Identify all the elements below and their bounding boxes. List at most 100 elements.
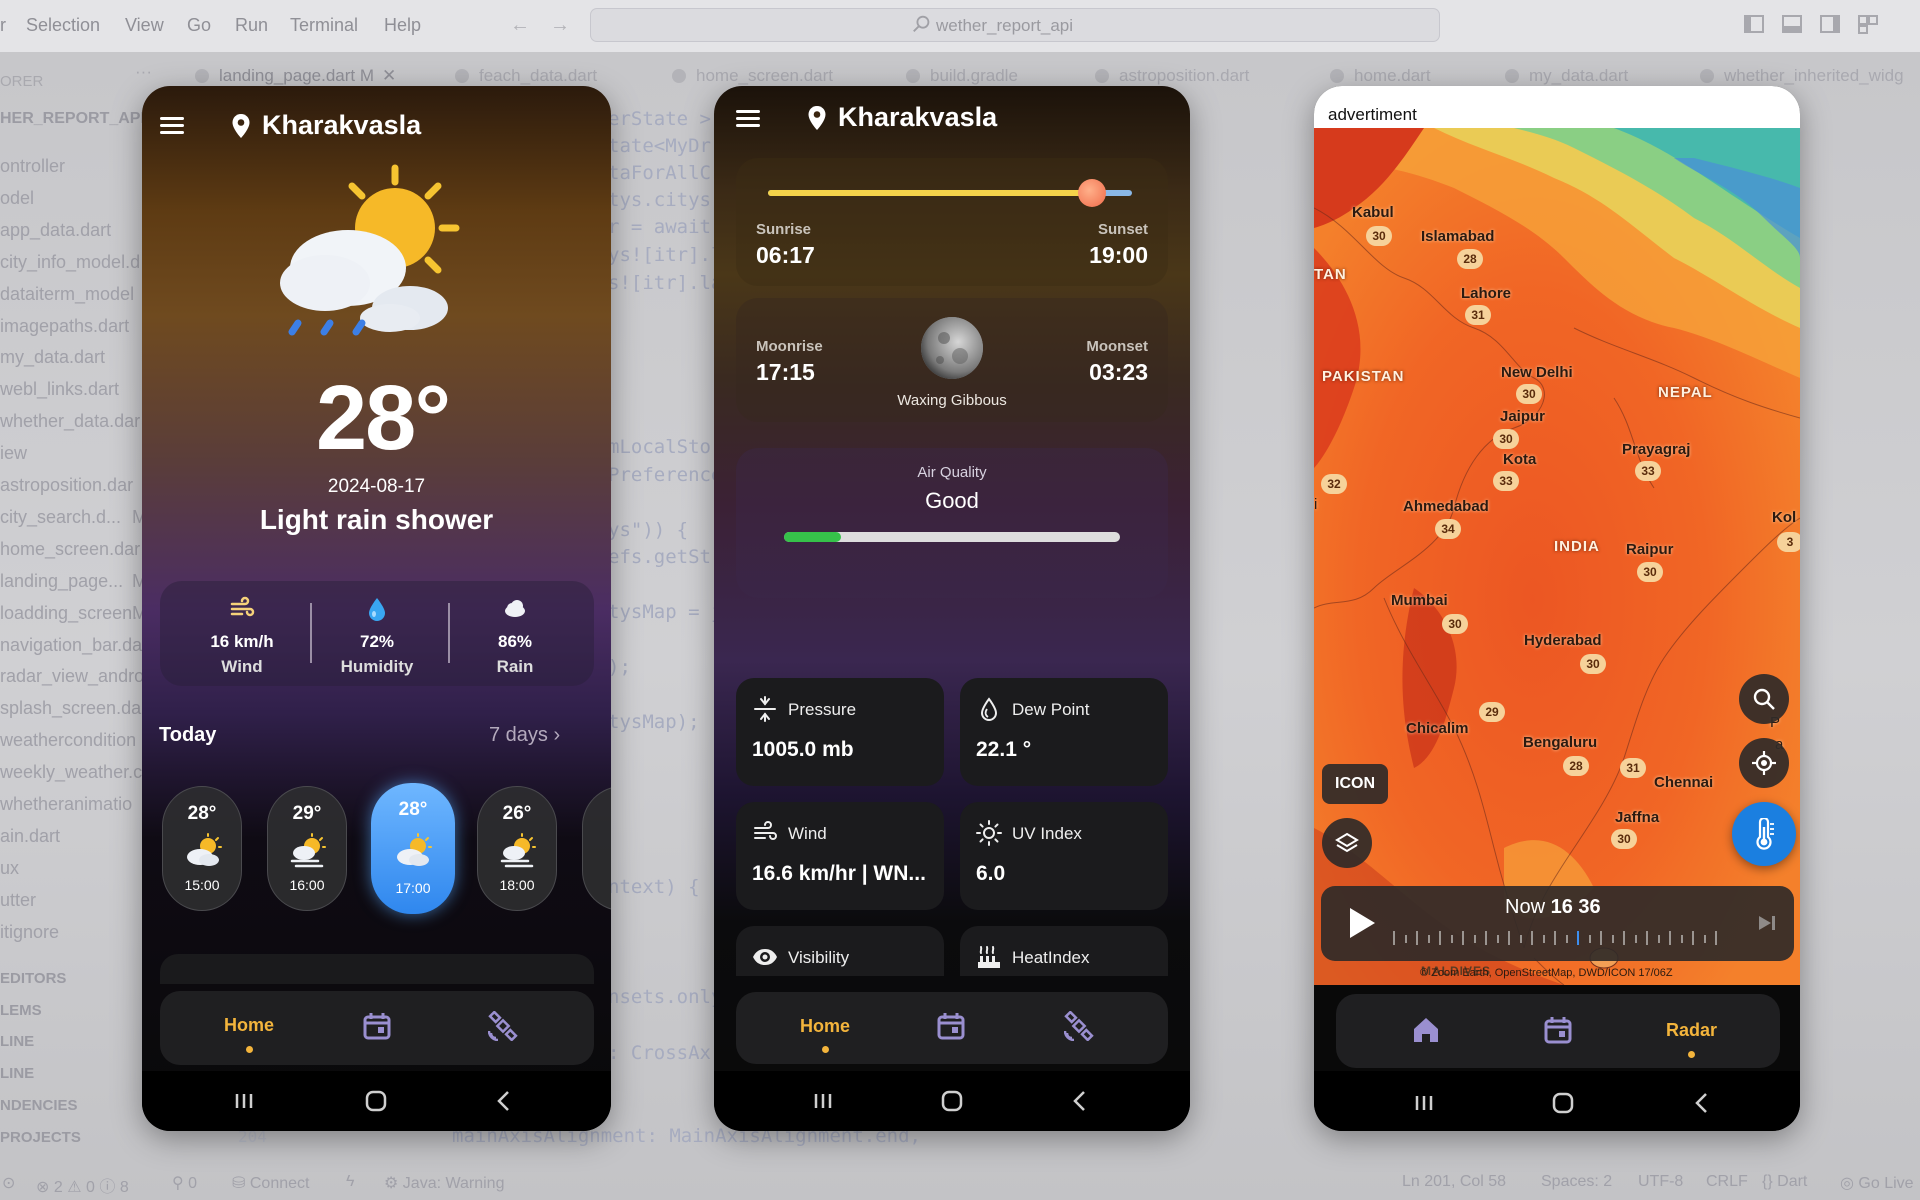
file-item[interactable]: ux: [0, 858, 19, 879]
flash-icon[interactable]: ϟ: [346, 1173, 354, 1191]
file-item[interactable]: ain.dart: [0, 826, 60, 847]
map-temp-badge[interactable]: 34: [1435, 519, 1461, 539]
encoding[interactable]: UTF-8: [1638, 1173, 1683, 1191]
hour-card[interactable]: 29° 16:00: [267, 786, 347, 911]
indentation[interactable]: Spaces: 2: [1541, 1173, 1612, 1191]
file-item[interactable]: astroposition.dar: [0, 475, 133, 496]
map-temp-badge[interactable]: 31: [1465, 305, 1491, 325]
recent-apps-icon[interactable]: [807, 1085, 839, 1117]
radar-map[interactable]: [1314, 128, 1800, 985]
java-status[interactable]: ⚙ Java: Warning: [384, 1173, 504, 1193]
hour-card-selected[interactable]: 28° 17:00: [371, 783, 455, 914]
sidebar-section[interactable]: PROJECTS: [0, 1129, 81, 1146]
file-item[interactable]: weekly_weather.c: [0, 762, 142, 783]
hour-card[interactable]: 26° 18:00: [477, 786, 557, 911]
tab-build-gradle[interactable]: build.gradle: [906, 66, 1018, 86]
file-item[interactable]: my_data.dart: [0, 347, 105, 368]
nav-home[interactable]: Home: [224, 1015, 274, 1036]
map-temp-badge[interactable]: 30: [1442, 614, 1468, 634]
command-search[interactable]: wether_report_api: [590, 8, 1440, 42]
back-button-icon[interactable]: [1064, 1085, 1096, 1117]
play-icon[interactable]: [1347, 906, 1377, 940]
map-temp-badge[interactable]: 30: [1611, 829, 1637, 849]
map-city-label[interactable]: Ahmedabad: [1403, 498, 1489, 515]
file-item[interactable]: odel: [0, 188, 34, 209]
problems-indicator[interactable]: ⊗ 2 ⚠ 0 ⓘ 8: [36, 1173, 129, 1197]
file-item[interactable]: webl_links.dart: [0, 379, 119, 400]
file-item[interactable]: radar_view_andro: [0, 666, 144, 687]
city-name[interactable]: Kharakvasla: [262, 110, 421, 141]
model-chip[interactable]: ICON: [1322, 764, 1388, 804]
map-city-label[interactable]: Kol: [1772, 509, 1796, 526]
timeline-scrubber[interactable]: [1393, 931, 1723, 947]
home-button-icon[interactable]: [1547, 1087, 1579, 1119]
customize-layout-icon[interactable]: [1857, 13, 1879, 35]
map-temp-badge[interactable]: 31: [1620, 758, 1646, 778]
sidebar-section[interactable]: LINE: [0, 1033, 34, 1050]
home-button-icon[interactable]: [936, 1085, 968, 1117]
map-temp-badge[interactable]: 28: [1563, 756, 1589, 776]
file-item[interactable]: utter: [0, 890, 36, 911]
calendar-icon[interactable]: [936, 1011, 966, 1041]
menu-icon[interactable]: [160, 117, 184, 135]
calendar-icon[interactable]: [362, 1011, 392, 1041]
file-item[interactable]: ontroller: [0, 156, 65, 177]
file-item[interactable]: whether_data.dar: [0, 411, 140, 432]
satellite-icon[interactable]: [488, 1011, 518, 1041]
language-mode[interactable]: {} Dart: [1762, 1173, 1807, 1191]
map-temp-badge[interactable]: 28: [1457, 249, 1483, 269]
go-live-button[interactable]: ◎ Go Live: [1840, 1173, 1914, 1193]
file-item[interactable]: loadding_screen.: [0, 603, 137, 624]
nav-home[interactable]: Home: [800, 1016, 850, 1037]
tab-landing-page[interactable]: landing_page.dart M ✕: [195, 66, 396, 86]
menu-item-terminal[interactable]: Terminal: [290, 15, 358, 36]
map-temp-badge[interactable]: 32: [1321, 474, 1347, 494]
map-city-label[interactable]: Raipur: [1626, 541, 1674, 558]
menu-item-go[interactable]: Go: [187, 15, 211, 36]
back-arrow-icon[interactable]: ←: [510, 14, 530, 37]
menu-item-help[interactable]: Help: [384, 15, 421, 36]
ports-indicator[interactable]: ⚲ 0: [172, 1173, 197, 1193]
nav-radar[interactable]: Radar: [1666, 1020, 1717, 1041]
map-temp-badge[interactable]: 30: [1493, 429, 1519, 449]
tab-feach-data[interactable]: feach_data.dart: [455, 66, 597, 86]
map-city-label[interactable]: New Delhi: [1501, 364, 1573, 381]
menu-item-edge[interactable]: r: [0, 15, 6, 36]
file-item[interactable]: city_search.d...: [0, 507, 121, 528]
map-temp-badge[interactable]: 30: [1366, 226, 1392, 246]
more-actions-icon[interactable]: ···: [135, 62, 152, 82]
map-city-label[interactable]: Kota: [1503, 451, 1536, 468]
file-item[interactable]: iew: [0, 443, 27, 464]
map-city-label[interactable]: Chicalim: [1406, 720, 1469, 737]
skip-forward-icon[interactable]: [1757, 914, 1777, 932]
file-item[interactable]: landing_page...: [0, 571, 123, 592]
cursor-position[interactable]: Ln 201, Col 58: [1402, 1173, 1506, 1191]
sidebar-section[interactable]: LEMS: [0, 1002, 42, 1019]
tab-home-screen[interactable]: home_screen.dart: [672, 66, 833, 86]
sun-position-thumb[interactable]: [1077, 179, 1106, 207]
file-item[interactable]: city_info_model.d: [0, 252, 140, 273]
map-city-label[interactable]: Prayagraj: [1622, 441, 1690, 458]
sidebar-section[interactable]: NDENCIES: [0, 1097, 78, 1114]
satellite-icon[interactable]: [1064, 1011, 1094, 1041]
my-location-button[interactable]: [1739, 738, 1789, 788]
map-temp-badge[interactable]: 30: [1580, 654, 1606, 674]
hour-card[interactable]: 28° 15:00: [162, 786, 242, 911]
map-city-label[interactable]: Chennai: [1654, 774, 1713, 791]
forward-arrow-icon[interactable]: →: [550, 14, 570, 37]
tab-astroposition[interactable]: astroposition.dart: [1095, 66, 1249, 86]
home-button-icon[interactable]: [360, 1085, 392, 1117]
map-city-label[interactable]: Kabul: [1352, 204, 1394, 221]
back-button-icon[interactable]: [488, 1085, 520, 1117]
menu-icon[interactable]: [736, 110, 760, 128]
toggle-secondary-sidebar-icon[interactable]: [1819, 13, 1841, 35]
menu-item-selection[interactable]: Selection: [26, 15, 100, 36]
tab-my-data[interactable]: my_data.dart: [1505, 66, 1628, 86]
file-item[interactable]: dataiterm_model: [0, 284, 134, 305]
home-icon[interactable]: [1411, 1015, 1441, 1045]
temperature-layer-button[interactable]: [1732, 802, 1796, 866]
map-city-label[interactable]: Lahore: [1461, 285, 1511, 302]
layers-button[interactable]: [1322, 818, 1372, 868]
file-item[interactable]: home_screen.dar: [0, 539, 140, 560]
file-item[interactable]: navigation_bar.da: [0, 635, 142, 656]
